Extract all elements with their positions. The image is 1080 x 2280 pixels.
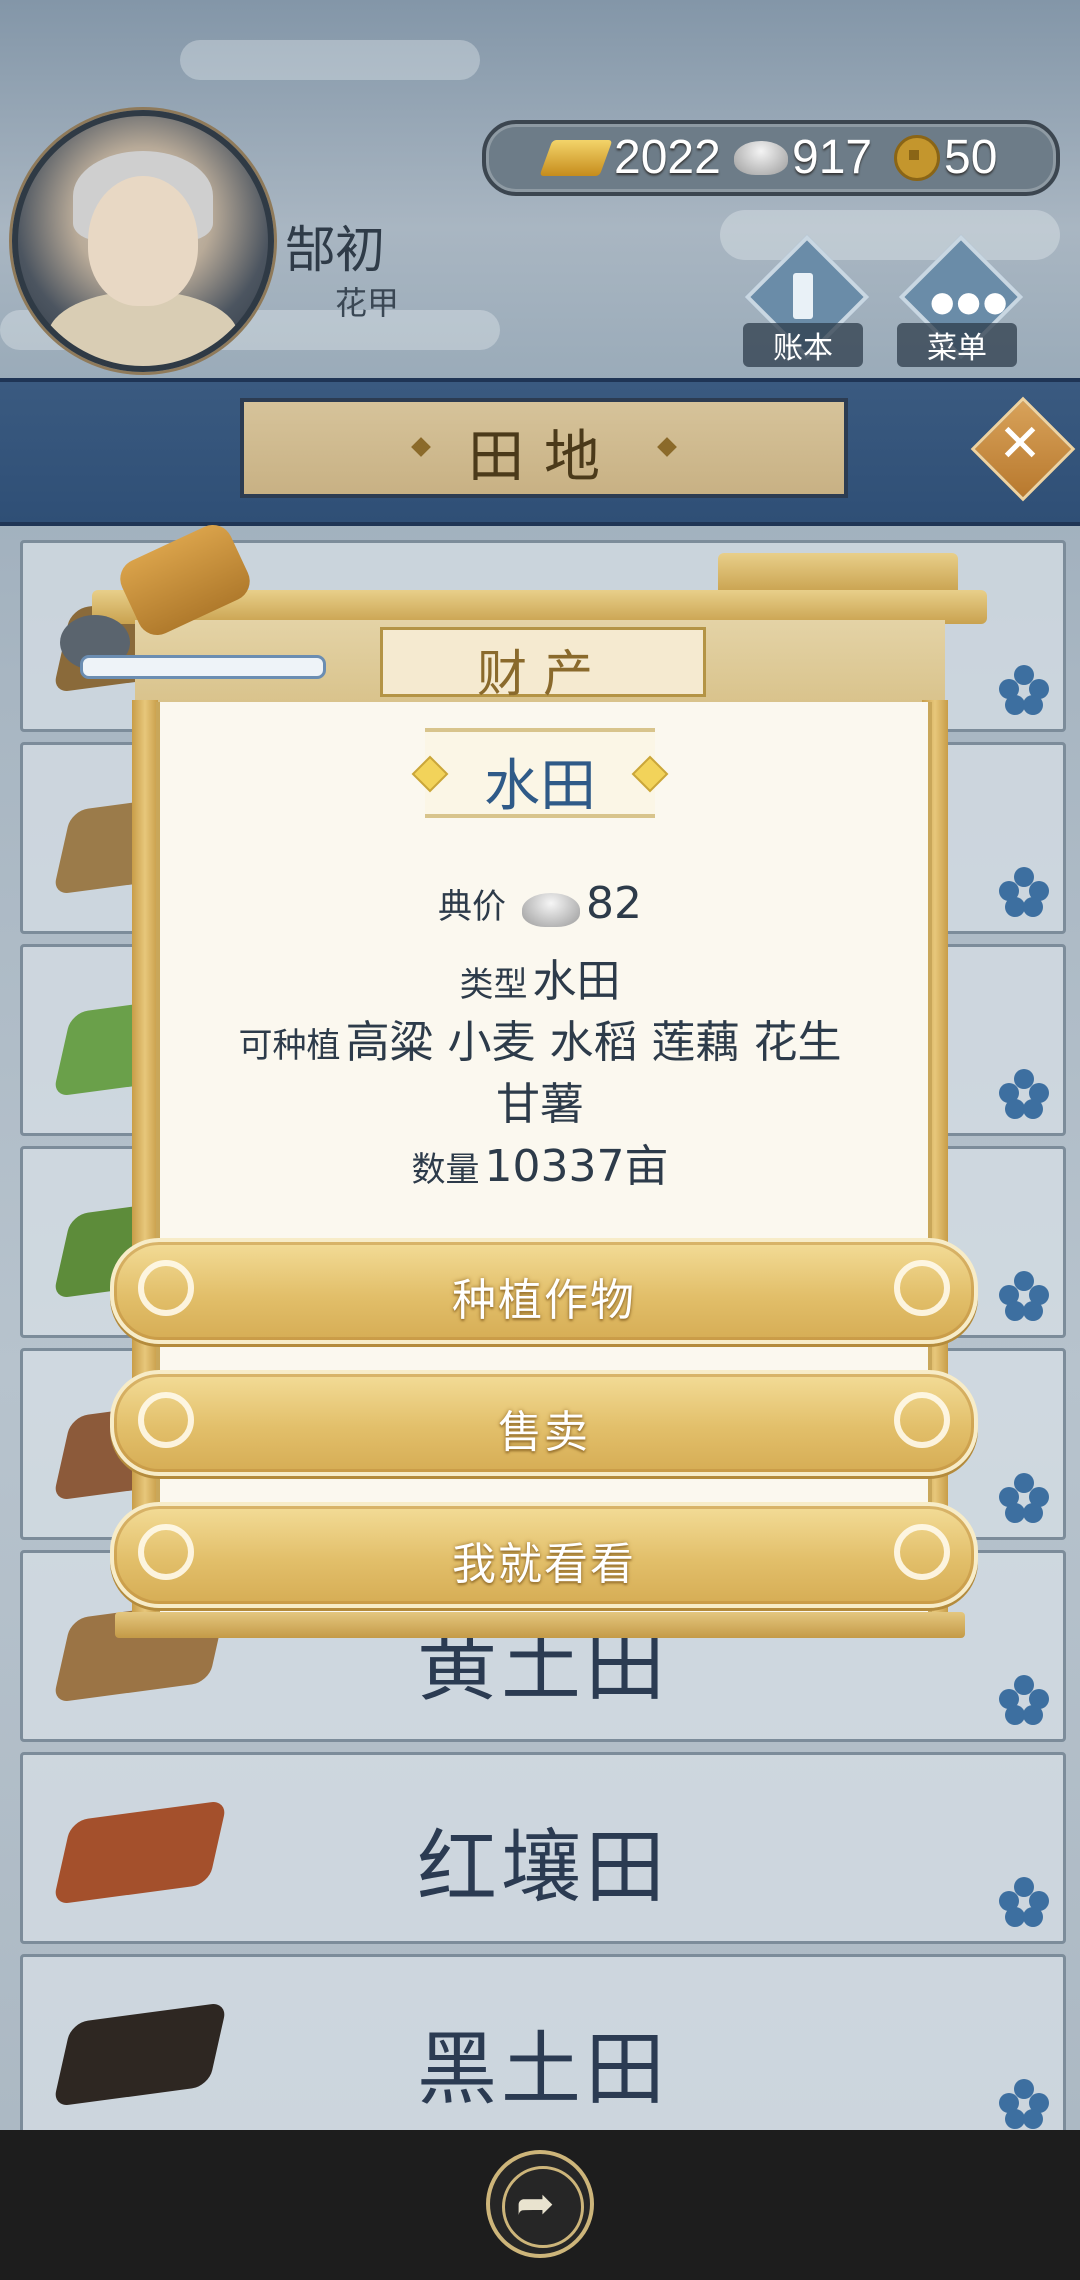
just-look-label: 我就看看 <box>452 1539 636 1590</box>
price-value: 82 <box>586 878 642 929</box>
field-label: 红壤田 <box>417 1821 669 1914</box>
quantity-value: 10337亩 <box>484 1141 669 1192</box>
type-label: 类型 <box>459 965 528 1005</box>
flower-icon <box>999 867 1049 917</box>
cloud-swirl-icon <box>894 1392 950 1448</box>
flower-icon <box>999 1675 1049 1725</box>
silver-ingot-icon <box>734 140 788 175</box>
close-button[interactable]: ✕ <box>970 396 1076 502</box>
plantable-label: 可种植 <box>238 1026 341 1066</box>
silver-value: 917 <box>792 131 873 184</box>
share-button[interactable]: ➦ <box>486 2150 594 2258</box>
plant-crops-button[interactable]: 种植作物 <box>110 1238 978 1344</box>
ledger-icon <box>793 273 813 319</box>
ledger-button[interactable]: 账本 <box>743 234 870 367</box>
property-name-tag: 水田 <box>411 728 669 819</box>
menu-label: 菜单 <box>897 323 1017 367</box>
cloud-ribbon-decoration <box>80 655 326 679</box>
field-label: 黑土田 <box>417 2023 669 2116</box>
flower-icon <box>999 1069 1049 1119</box>
gold-ingot-icon <box>539 139 613 176</box>
currency-bar: 2022 917 50 <box>482 120 1060 196</box>
plantable-values-continued: 甘薯 <box>496 1079 584 1130</box>
flower-icon <box>999 1473 1049 1523</box>
modal-bottom-beam <box>115 1612 965 1638</box>
cloud-swirl-icon <box>894 1260 950 1316</box>
sell-label: 售卖 <box>498 1407 590 1458</box>
type-value: 水田 <box>532 956 621 1007</box>
coin-counter: 50 <box>894 130 997 185</box>
modal-roof-ornament <box>718 553 958 593</box>
copper-coin-icon <box>894 134 940 181</box>
just-look-button[interactable]: 我就看看 <box>110 1502 978 1608</box>
modal-header-plaque: 财产 <box>380 627 706 703</box>
flower-icon <box>999 665 1049 715</box>
field-row-black-soil[interactable]: 黑土田 <box>20 1954 1066 2146</box>
field-row-red-soil[interactable]: 红壤田 <box>20 1752 1066 1944</box>
menu-button[interactable]: ●●● 菜单 <box>897 234 1024 367</box>
avatar-face <box>88 176 198 306</box>
silver-counter: 917 <box>734 130 872 185</box>
menu-dots-icon: ●●● <box>930 285 1010 318</box>
quantity-label: 数量 <box>411 1150 480 1190</box>
cloud-swirl-icon <box>894 1524 950 1580</box>
gold-value: 2022 <box>614 131 721 184</box>
sell-button[interactable]: 售卖 <box>110 1370 978 1476</box>
modal-header-title: 财产 <box>477 645 609 703</box>
flower-icon <box>999 1877 1049 1927</box>
quantity-line: 数量 10337亩 <box>156 1130 924 1194</box>
gold-counter: 2022 <box>539 130 721 185</box>
share-icon: ➦ <box>516 2176 555 2230</box>
plantable-values: 高粱 小麦 水稻 莲藕 花生 <box>345 1017 842 1068</box>
price-label: 典价 <box>438 887 506 927</box>
silver-ingot-icon <box>522 892 580 927</box>
page-title: 田地 <box>468 425 620 490</box>
player-avatar[interactable] <box>12 110 274 372</box>
plantable-line-2: 甘薯 <box>156 1068 924 1132</box>
flower-icon <box>999 2079 1049 2129</box>
page-title-plaque: 田地 <box>240 398 848 498</box>
close-icon: ✕ <box>998 414 1042 474</box>
cloud-decoration <box>180 40 480 80</box>
property-name: 水田 <box>484 754 596 819</box>
modal-left-post <box>132 700 158 1630</box>
type-line: 类型 水田 <box>156 945 924 1009</box>
player-name: 郜初 <box>285 221 385 279</box>
plantable-line: 可种植 高粱 小麦 水稻 莲藕 花生 <box>156 1006 924 1070</box>
flower-icon <box>999 1271 1049 1321</box>
coin-value: 50 <box>944 131 998 184</box>
plant-crops-label: 种植作物 <box>452 1275 636 1326</box>
price-line: 典价 82 <box>156 878 924 935</box>
ledger-label: 账本 <box>743 323 863 367</box>
player-age-title: 花甲 <box>335 284 400 322</box>
